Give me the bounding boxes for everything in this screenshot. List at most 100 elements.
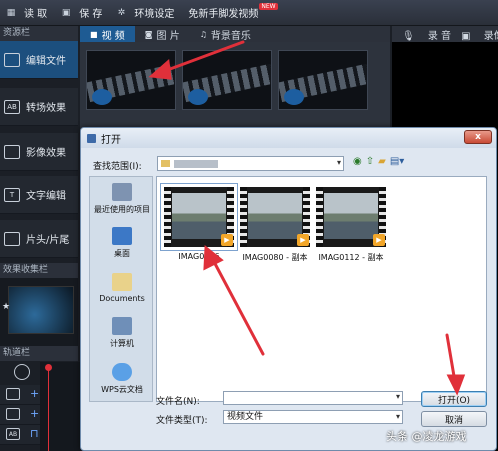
sidebar-item-label: 片头/片尾 — [26, 235, 70, 246]
top-toolbar: ▦ 读 取 ▣ 保 存 ✲ 环境设定 免新手脚发视频 NEW — [0, 0, 498, 26]
open-file-dialog: 打开 x 查找范围(I): ▾ ◉ ⇧ ▰ ▤▾ 最近使用的项目 桌面 Docu… — [80, 127, 497, 451]
music-icon: ♫ — [199, 29, 207, 39]
media-thumbnail[interactable] — [278, 50, 368, 110]
sidebar-item-intro-outro[interactable]: 片头/片尾 — [0, 220, 78, 258]
file-name: IMAG0112 - 副本 — [318, 253, 384, 262]
cancel-button-label: 取消 — [444, 415, 463, 426]
transition-icon: AB — [4, 99, 20, 114]
save-button[interactable]: ▣ 保 存 — [61, 5, 103, 21]
media-tabs: ■ 视 频 ◙ 图 片 ♫ 背景音乐 — [80, 26, 390, 42]
sidebar-item-transition[interactable]: AB 转场效果 — [0, 88, 78, 126]
add-track-icon[interactable]: + — [30, 387, 39, 400]
save-icon: ▣ — [61, 7, 71, 18]
video-effect-icon — [4, 144, 20, 159]
free-video-label: 免新手脚发视频 — [188, 9, 259, 20]
view-menu-icon[interactable]: ▤▾ — [390, 156, 404, 167]
play-icon: ▶ — [221, 234, 233, 246]
play-icon: ▶ — [373, 234, 385, 246]
chevron-down-icon[interactable]: ▾ — [396, 392, 400, 401]
settings-button[interactable]: ✲ 环境设定 — [116, 5, 175, 21]
place-recent[interactable]: 最近使用的项目 — [90, 183, 154, 215]
camera-icon: ◙ — [144, 29, 153, 39]
file-item[interactable]: ▶ IMAG0096 — [160, 183, 238, 261]
free-video-button[interactable]: 免新手脚发视频 NEW — [188, 3, 278, 20]
new-badge: NEW — [259, 3, 278, 10]
computer-icon — [112, 317, 132, 335]
file-name: IMAG0080 - 副本 — [242, 253, 308, 262]
video-file-thumbnail: ▶ — [160, 183, 238, 251]
gear-icon: ✲ — [117, 7, 126, 18]
media-library — [80, 42, 390, 131]
video-camera-icon — [188, 89, 208, 105]
up-folder-icon[interactable]: ⇧ — [366, 156, 374, 167]
sidebar-item-video-effect[interactable]: 影像效果 — [0, 133, 78, 171]
record-tabs: 🎙 录 音 ▣ 录像 — [392, 26, 498, 42]
back-icon[interactable]: ◉ — [353, 156, 362, 167]
add-track-icon[interactable]: + — [30, 407, 39, 420]
read-button-label: 读 取 — [24, 9, 48, 20]
place-wps-cloud[interactable]: WPS云文档 — [90, 363, 154, 395]
documents-icon — [112, 273, 132, 291]
play-icon: ▶ — [297, 234, 309, 246]
chevron-down-icon: ▾ — [336, 158, 341, 167]
tab-label: 背景音乐 — [210, 30, 251, 42]
sidebar-item-edit-file[interactable]: 编辑文件 — [0, 41, 78, 79]
place-desktop[interactable]: 桌面 — [90, 227, 154, 259]
clock-icon — [14, 364, 30, 380]
sidebar-item-label: 影像效果 — [26, 148, 66, 159]
effects-collection-area: ★ — [0, 278, 78, 346]
star-icon: ★ — [2, 302, 11, 312]
file-name: IMAG0096 — [178, 252, 220, 261]
audio-track-icon — [6, 408, 20, 420]
read-button[interactable]: ▦ 读 取 — [6, 5, 48, 21]
tab-video[interactable]: ■ 视 频 — [80, 26, 135, 42]
open-button[interactable]: 打开(O) — [421, 391, 487, 407]
desktop-icon — [112, 227, 132, 245]
open-button-label: 打开(O) — [437, 395, 471, 406]
file-item[interactable]: ▶ IMAG0112 - 副本 — [313, 183, 389, 263]
close-icon: x — [475, 132, 481, 142]
dialog-title: 打开 — [101, 134, 121, 146]
dialog-titlebar[interactable]: 打开 x — [81, 128, 496, 148]
effect-thumbnail[interactable] — [8, 286, 74, 334]
file-item[interactable]: ▶ IMAG0080 - 副本 — [237, 183, 313, 263]
watermark: 头条 @凌龙游戏 — [386, 430, 467, 443]
record-video-tab[interactable]: ▣ 录像 — [461, 27, 498, 42]
place-label: 桌面 — [114, 249, 130, 258]
look-in-label: 查找范围(I): — [93, 162, 142, 172]
track-panel-title: 轨道栏 — [0, 346, 78, 361]
sidebar-item-label: 文字编辑 — [26, 191, 66, 202]
file-name-label: 文件名(N): — [156, 397, 200, 407]
tab-image[interactable]: ◙ 图 片 — [135, 26, 190, 42]
cancel-button[interactable]: 取消 — [421, 411, 487, 427]
close-button[interactable]: x — [464, 130, 492, 144]
new-folder-icon[interactable]: ▰ — [378, 156, 386, 167]
look-in-select[interactable]: ▾ — [157, 156, 344, 171]
recent-items-icon — [112, 183, 132, 201]
lock-icon[interactable]: ⊓ — [30, 427, 39, 440]
file-name-field[interactable]: ▾ — [223, 391, 403, 405]
tab-music[interactable]: ♫ 背景音乐 — [190, 26, 261, 42]
save-button-label: 保 存 — [79, 9, 103, 20]
video-camera-icon — [92, 89, 112, 105]
video-file-thumbnail: ▶ — [316, 187, 386, 247]
video-camera-icon — [284, 89, 304, 105]
grid-icon: ▦ — [6, 7, 16, 18]
cloud-icon — [112, 363, 132, 381]
tab-label: 图 片 — [156, 30, 180, 42]
media-thumbnail[interactable] — [86, 50, 176, 110]
playhead[interactable] — [45, 364, 52, 451]
video-editor-app: ▦ 读 取 ▣ 保 存 ✲ 环境设定 免新手脚发视频 NEW 资源栏 编辑文件 … — [0, 0, 498, 451]
nav-toolbar: ◉ ⇧ ▰ ▤▾ — [353, 156, 404, 167]
place-label: 最近使用的项目 — [94, 205, 150, 214]
resource-panel-title: 资源栏 — [0, 26, 78, 41]
file-type-select[interactable]: 视频文件 ▾ — [223, 410, 403, 424]
effects-collection-title: 效果收集栏 — [0, 263, 78, 278]
place-documents[interactable]: Documents — [90, 273, 154, 303]
edit-file-icon — [4, 52, 20, 67]
sidebar-item-text-edit[interactable]: T 文字编辑 — [0, 176, 78, 214]
media-thumbnail[interactable] — [182, 50, 272, 110]
record-audio-tab[interactable]: 🎙 录 音 — [402, 27, 451, 42]
place-computer[interactable]: 计算机 — [90, 317, 154, 349]
sidebar-item-label: 编辑文件 — [26, 56, 66, 67]
